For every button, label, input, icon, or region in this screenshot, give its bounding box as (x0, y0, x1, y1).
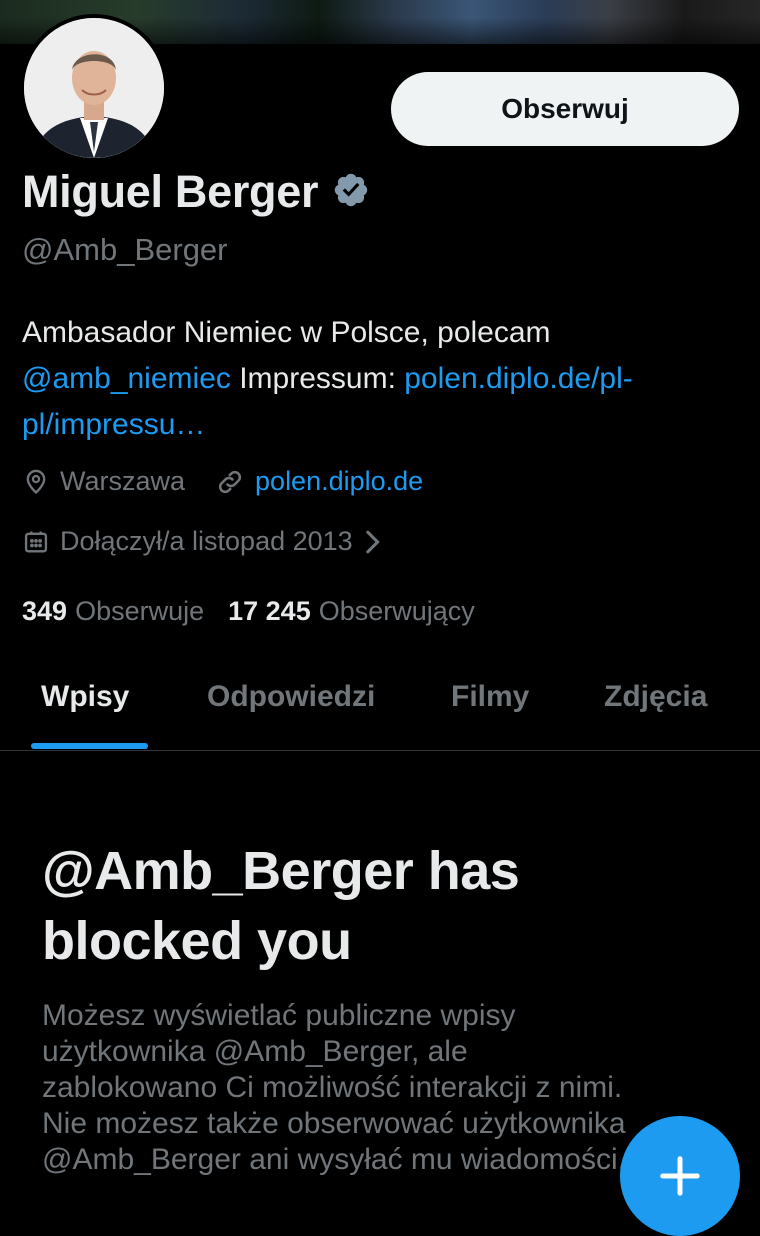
location-pin-icon (26, 469, 46, 494)
calendar-icon (24, 531, 48, 552)
website-link[interactable]: polen.diplo.de (255, 466, 423, 497)
followers-count: 17 245 (228, 596, 311, 626)
chevron-right-icon (365, 530, 380, 553)
joined-row[interactable]: Dołączył/a listopad 2013 (22, 526, 391, 557)
plus-icon (660, 1156, 700, 1196)
followers-label: Obserwujący (318, 596, 475, 626)
profile-meta-row: Warszawa polen.diplo.de (22, 466, 423, 497)
active-tab-indicator (31, 743, 148, 749)
bio-text: Ambasador Niemiec w Polsce, polecam (22, 316, 551, 349)
bio-mention-link[interactable]: @amb_niemiec (22, 362, 231, 395)
joined-date: Dołączył/a listopad 2013 (60, 526, 353, 556)
blocked-description-line: Możesz wyświetlać publiczne wpisy (42, 999, 516, 1032)
tab-photos[interactable]: Zdjęcia (604, 680, 707, 714)
profile-handle: @Amb_Berger (22, 232, 228, 267)
bio-url-link[interactable]: polen.diplo.de/pl- (404, 362, 633, 395)
following-count: 349 (22, 596, 68, 626)
blocked-description-line: użytkownika @Amb_Berger, ale (42, 1035, 468, 1068)
bio-text: Impressum: (230, 362, 405, 395)
following-label: Obserwuje (75, 596, 205, 626)
profile-bio: Ambasador Niemiec w Polsce, polecam @amb… (22, 310, 742, 448)
compose-button[interactable] (620, 1116, 740, 1236)
blocked-title: @Amb_Berger has blocked you (42, 841, 520, 971)
blocked-description-line: Nie możesz także obserwować użytkownika (42, 1107, 626, 1140)
display-name: Miguel Berger (22, 166, 319, 217)
profile-tabs: Wpisy Odpowiedzi Filmy Zdjęcia (0, 660, 760, 751)
tab-posts[interactable]: Wpisy (41, 680, 129, 714)
tab-videos[interactable]: Filmy (451, 680, 529, 714)
avatar[interactable] (20, 14, 168, 162)
tab-replies[interactable]: Odpowiedzi (207, 680, 375, 714)
link-icon (218, 470, 242, 493)
location: Warszawa (60, 466, 186, 496)
name-row: Miguel Berger (22, 166, 370, 218)
blocked-description-line: zablokowano Ci możliwość interakcji z ni… (42, 1071, 623, 1104)
bio-url-link-continued[interactable]: pl/impressu… (22, 408, 205, 441)
following-stat[interactable]: 349 Obserwuje (22, 596, 204, 627)
verified-badge-icon[interactable] (318, 171, 370, 214)
followers-stat[interactable]: 17 245 Obserwujący (228, 596, 475, 627)
follow-button[interactable]: Obserwuj (391, 72, 739, 146)
follow-stats: 349 Obserwuje 17 245 Obserwujący (22, 596, 475, 627)
